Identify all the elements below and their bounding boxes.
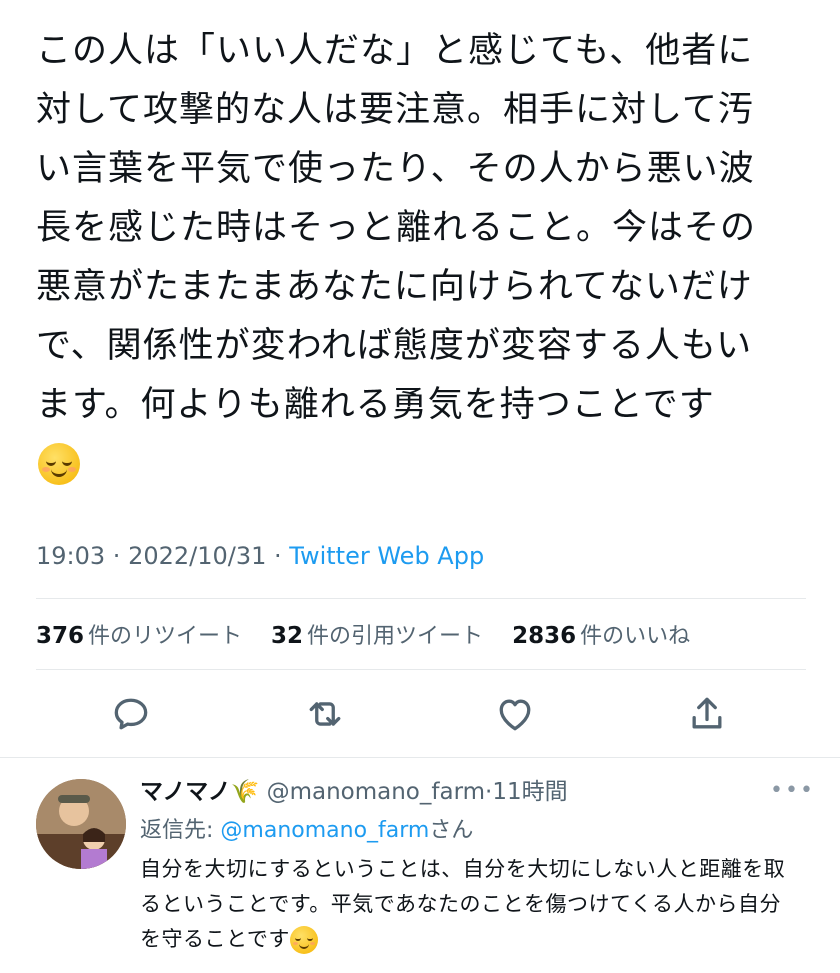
quotes-stat[interactable]: 32 件の引用ツイート bbox=[271, 623, 484, 649]
retweets-stat[interactable]: 376 件のリツイート bbox=[36, 623, 243, 649]
tweet-date: 2022/10/31 bbox=[128, 542, 267, 570]
share-button[interactable] bbox=[685, 692, 729, 736]
retweets-count: 376 bbox=[36, 623, 85, 649]
reply-text: 自分を大切にするということは、自分を大切にしない人と距離を取るということです。平… bbox=[140, 857, 786, 951]
retweets-label: 件のリツイート bbox=[88, 624, 243, 649]
likes-count: 2836 bbox=[512, 623, 577, 649]
share-icon bbox=[692, 697, 722, 729]
heart-icon bbox=[499, 699, 531, 731]
retweet-icon bbox=[309, 702, 341, 726]
divider bbox=[36, 669, 806, 670]
divider bbox=[36, 598, 806, 599]
tweet-meta: 19:03 · 2022/10/31 · Twitter Web App bbox=[36, 542, 484, 570]
reply-text-container: 自分を大切にするということは、自分を大切にしない人と距離を取るということです。平… bbox=[140, 852, 800, 957]
reply-header: マノマノ🌾 @manomano_farm·11時間 bbox=[140, 772, 568, 806]
reply-to-label: 返信先: bbox=[140, 818, 221, 843]
tweet-time: 19:03 bbox=[36, 542, 106, 570]
reply-to-suffix: さん bbox=[429, 818, 474, 843]
quotes-label: 件の引用ツイート bbox=[307, 624, 484, 649]
avatar-photo bbox=[36, 779, 126, 869]
tweet-actions bbox=[0, 692, 840, 736]
likes-label: 件のいいね bbox=[580, 624, 691, 649]
thread-separator bbox=[0, 757, 840, 758]
reply-button[interactable] bbox=[109, 692, 153, 736]
tweet-stats: 376 件のリツイート 32 件の引用ツイート 2836 件のいいね bbox=[36, 618, 712, 650]
tweet-source-link[interactable]: Twitter Web App bbox=[289, 542, 484, 570]
avatar[interactable] bbox=[36, 779, 126, 869]
likes-stat[interactable]: 2836 件のいいね bbox=[512, 623, 691, 649]
retweet-button[interactable] bbox=[303, 692, 347, 736]
reply-author-name[interactable]: マノマノ🌾 bbox=[140, 779, 259, 805]
reply-icon bbox=[114, 698, 148, 730]
tweet-text: この人は「いい人だな」と感じても、他者に 対して攻撃的な人は要注意。相手に対して… bbox=[36, 31, 757, 425]
reply-time[interactable]: 11時間 bbox=[492, 779, 567, 805]
relieved-face-emoji-icon bbox=[289, 926, 318, 954]
more-options-icon[interactable]: ••• bbox=[770, 778, 815, 803]
meta-separator: · bbox=[105, 542, 129, 570]
like-button[interactable] bbox=[493, 692, 537, 736]
meta-separator: · bbox=[266, 542, 290, 570]
relieved-face-emoji-icon bbox=[38, 443, 80, 485]
reply-author-handle[interactable]: @manomano_farm bbox=[267, 779, 485, 805]
quotes-count: 32 bbox=[271, 623, 304, 649]
reply-to: 返信先: @manomano_farmさん bbox=[140, 812, 473, 844]
reply-to-mention[interactable]: @manomano_farm bbox=[220, 818, 429, 843]
